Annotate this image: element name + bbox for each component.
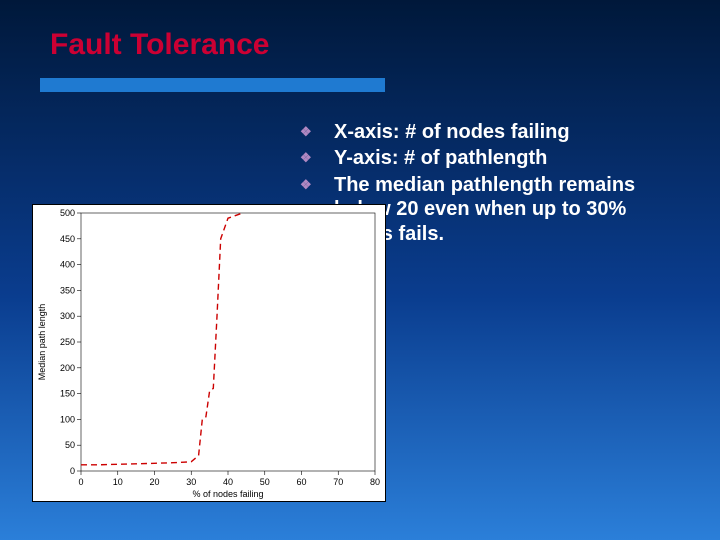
svg-text:100: 100	[60, 414, 75, 424]
svg-text:Median path length: Median path length	[37, 304, 47, 381]
svg-text:200: 200	[60, 363, 75, 373]
bullet-item: ❖ Y-axis: # of pathlength	[300, 146, 680, 170]
chart-svg: 0 50 100 150 200 250 300 350 400 450 500 0 10 20 30 40 5…	[33, 205, 385, 501]
svg-text:30: 30	[186, 477, 196, 487]
svg-text:50: 50	[260, 477, 270, 487]
chart: 0 50 100 150 200 250 300 350 400 450 500 0 10 20 30 40 5…	[32, 204, 386, 502]
diamond-bullet-icon: ❖	[300, 146, 334, 170]
svg-text:0: 0	[78, 477, 83, 487]
slide-title: Fault Tolerance	[50, 28, 270, 62]
svg-text:300: 300	[60, 311, 75, 321]
svg-text:250: 250	[60, 337, 75, 347]
svg-text:70: 70	[333, 477, 343, 487]
svg-text:80: 80	[370, 477, 380, 487]
svg-text:350: 350	[60, 285, 75, 295]
bullet-text: Y-axis: # of pathlength	[334, 146, 680, 170]
svg-text:150: 150	[60, 389, 75, 399]
title-underline	[40, 78, 385, 92]
svg-text:400: 400	[60, 260, 75, 270]
slide: Fault Tolerance ❖ X-axis: # of nodes fai…	[0, 0, 720, 540]
bullet-text: X-axis: # of nodes failing	[334, 120, 680, 144]
bullet-item: ❖ X-axis: # of nodes failing	[300, 120, 680, 144]
diamond-bullet-icon: ❖	[300, 120, 334, 144]
svg-text:0: 0	[70, 466, 75, 476]
svg-text:10: 10	[113, 477, 123, 487]
svg-text:50: 50	[65, 440, 75, 450]
svg-text:20: 20	[149, 477, 159, 487]
svg-text:500: 500	[60, 208, 75, 218]
svg-text:450: 450	[60, 234, 75, 244]
svg-text:60: 60	[296, 477, 306, 487]
svg-text:% of nodes failing: % of nodes failing	[192, 489, 263, 499]
svg-text:40: 40	[223, 477, 233, 487]
